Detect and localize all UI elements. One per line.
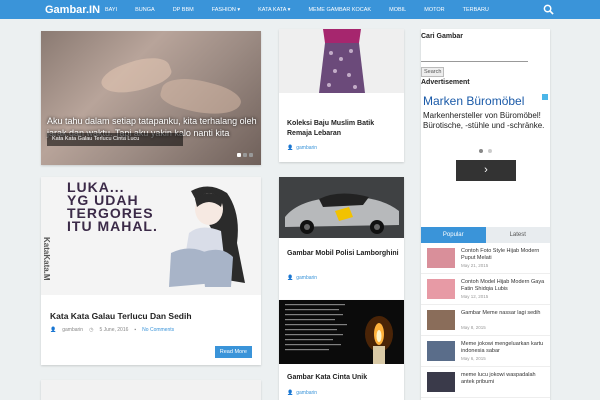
post-meta: 👤 gambarin	[287, 275, 317, 281]
nav-item-kata-kata[interactable]: KATA KATA ▾	[249, 7, 299, 13]
user-icon: 👤	[287, 145, 294, 151]
nav-item-mobil[interactable]: MOBIL	[380, 7, 415, 13]
mid-post-card: Gambar Mobil Polisi Lamborghini 👤 gambar…	[279, 177, 404, 300]
slider-dot[interactable]	[243, 153, 247, 157]
image-watermark: KataKata.M	[42, 237, 51, 281]
advertisement-box[interactable]: Marken Büromöbel Markenhersteller von Bü…	[421, 92, 550, 188]
tab-latest[interactable]: Latest	[485, 227, 550, 243]
nav-item-motor[interactable]: MOTOR	[415, 7, 453, 13]
popular-title[interactable]: Gambar Meme nassar lagi sedih	[461, 310, 547, 317]
popular-title[interactable]: Contoh Model Hijab Modern Gaya Fatin Shi…	[461, 279, 547, 293]
post-thumbnail[interactable]	[279, 29, 404, 93]
popular-post-list: Contoh Foto Style Hijab Modern Puput Mel…	[421, 243, 550, 398]
user-icon: 👤	[287, 275, 294, 281]
ad-next-button[interactable]: ›	[456, 160, 516, 181]
ad-widget-heading: Advertisement	[421, 79, 470, 86]
slider-dot[interactable]	[237, 153, 241, 157]
list-item[interactable]: Contoh Model Hijab Modern Gaya Fatin Shi…	[421, 274, 550, 305]
user-icon: 👤	[287, 390, 294, 396]
popular-title[interactable]: Meme jokowi mengeluarkan kartu indonesia…	[461, 341, 547, 355]
ad-choices-icon[interactable]	[542, 94, 548, 100]
post-thumbnail[interactable]	[279, 300, 404, 364]
post-title[interactable]: Gambar Kata Cinta Unik	[287, 373, 399, 383]
popular-thumb[interactable]	[427, 372, 455, 392]
read-more-button[interactable]: Read More	[214, 346, 252, 358]
list-item[interactable]: meme lucu jokowi waspadalah antek pribum…	[421, 367, 550, 398]
list-item[interactable]: Gambar Meme nassar lagi sedih May 8, 201…	[421, 305, 550, 336]
post-author[interactable]: gambarin	[296, 275, 317, 281]
batik-dress-image	[279, 29, 404, 93]
slider-dot[interactable]	[249, 153, 253, 157]
search-widget-heading: Cari Gambar	[421, 33, 464, 40]
popular-title[interactable]: Contoh Foto Style Hijab Modern Puput Mel…	[461, 248, 547, 262]
list-item[interactable]: Contoh Foto Style Hijab Modern Puput Mel…	[421, 243, 550, 274]
user-icon: 👤	[50, 327, 57, 333]
popular-thumb[interactable]	[427, 248, 455, 268]
ad-dot[interactable]	[488, 149, 492, 153]
nav-item-dp-bbm[interactable]: DP BBM	[164, 7, 203, 13]
post-comments-link[interactable]: No Comments	[142, 327, 174, 333]
nav-item-bayi[interactable]: BAYI	[96, 7, 126, 13]
nav-item-bunga[interactable]: BUNGA	[126, 7, 164, 13]
popular-thumb[interactable]	[427, 341, 455, 361]
search-icon[interactable]	[543, 4, 554, 15]
nav-item-fashion[interactable]: FASHION ▾	[203, 7, 249, 13]
post-title[interactable]: Gambar Mobil Polisi Lamborghini	[287, 249, 399, 259]
post-tabs: Popular Latest	[421, 227, 550, 243]
post-author[interactable]: gambarin	[62, 327, 83, 333]
ad-pager-dots	[479, 149, 492, 153]
popular-thumb[interactable]	[427, 279, 455, 299]
comment-icon: ▪	[134, 327, 137, 333]
post-date: 5 June, 2016	[99, 327, 129, 333]
post-thumbnail[interactable]: LUKA... YG UDAH TERGORES ITU MAHAL. Kata…	[41, 177, 261, 295]
search-button[interactable]: Search	[421, 67, 445, 77]
post-card: LUKA... YG UDAH TERGORES ITU MAHAL. Kata…	[41, 177, 261, 365]
popular-date: May 6, 2015	[461, 356, 486, 361]
featured-slider[interactable]: Aku tahu dalam setiap tatapanku, kita te…	[41, 31, 261, 165]
post-author[interactable]: gambarin	[296, 145, 317, 151]
clock-icon: ◷	[89, 327, 94, 333]
mid-post-card: Koleksi Baju Muslim Batik Remaja Lebaran…	[279, 29, 404, 162]
post-meta: 👤 gambarin	[287, 145, 317, 151]
post-thumbnail[interactable]	[279, 177, 404, 238]
post-title[interactable]: Kata Kata Galau Terlucu Dan Sedih	[50, 311, 192, 321]
post-meta: 👤 gambarin ◷ 5 June, 2016 ▪ No Comments	[50, 327, 174, 333]
site-logo[interactable]: Gambar.IN	[0, 4, 100, 16]
candle-quote-image	[279, 300, 404, 364]
popular-date: May 8, 2015	[461, 325, 486, 330]
nav-item-terbaru[interactable]: TERBARU	[454, 7, 498, 13]
manga-girl-illustration	[169, 186, 245, 287]
tab-popular[interactable]: Popular	[421, 227, 486, 243]
post-meta: 👤 gambarin	[287, 390, 317, 396]
post-author[interactable]: gambarin	[296, 390, 317, 396]
police-car-image	[279, 177, 404, 238]
sidebar: Cari Gambar Search Advertisement Marken …	[421, 29, 550, 400]
popular-date: May 12, 2015	[461, 294, 489, 299]
mid-post-card: Gambar Kata Cinta Unik 👤 gambarin	[279, 300, 404, 400]
image-overlay-text: LUKA... YG UDAH TERGORES ITU MAHAL.	[67, 179, 158, 234]
popular-date: May 21, 2015	[461, 263, 489, 268]
ad-dot[interactable]	[479, 149, 483, 153]
top-navbar: Gambar.IN BAYI BUNGA DP BBM FASHION ▾ KA…	[0, 0, 600, 19]
nav-item-meme[interactable]: MEME GAMBAR KOCAK	[299, 7, 380, 13]
popular-title[interactable]: meme lucu jokowi waspadalah antek pribum…	[461, 372, 547, 386]
search-input[interactable]	[421, 56, 528, 62]
list-item[interactable]: Meme jokowi mengeluarkan kartu indonesia…	[421, 336, 550, 367]
post-card-partial[interactable]	[41, 380, 261, 400]
slider-caption[interactable]: Kata Kata Galau Terlucu Cinta Lucu	[47, 133, 183, 146]
main-nav: BAYI BUNGA DP BBM FASHION ▾ KATA KATA ▾ …	[96, 7, 498, 13]
popular-thumb[interactable]	[427, 310, 455, 330]
slider-dots	[237, 153, 253, 157]
ad-body: Markenhersteller von Büromöbel! Bürotisc…	[423, 111, 545, 130]
content-area: Aku tahu dalam setiap tatapanku, kita te…	[0, 19, 600, 400]
ad-brand[interactable]: Marken Büromöbel	[423, 94, 524, 108]
post-title[interactable]: Koleksi Baju Muslim Batik Remaja Lebaran	[287, 119, 399, 139]
